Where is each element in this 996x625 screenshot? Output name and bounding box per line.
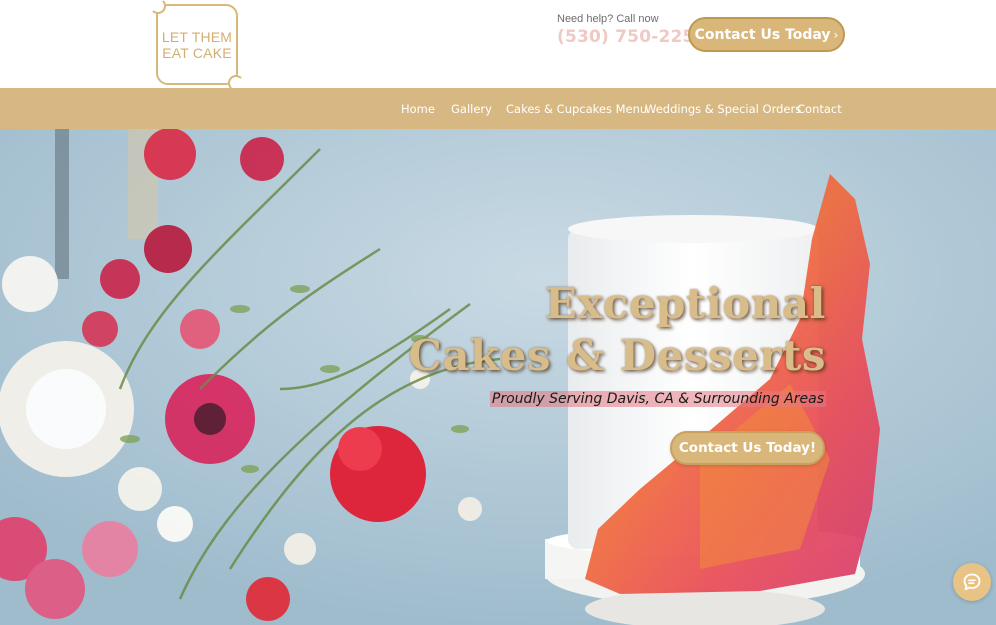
logo-line-1: LET THEM <box>161 28 233 45</box>
nav-item-weddings-special-orders[interactable]: Weddings & Special Orders <box>645 88 801 129</box>
hero-subheadline: Proudly Serving Davis, CA & Surrounding … <box>489 391 826 407</box>
chat-widget-button[interactable] <box>953 563 991 601</box>
contact-us-hero-label: Contact Us Today! <box>678 440 817 456</box>
contact-us-hero-button[interactable]: Contact Us Today! <box>670 431 825 465</box>
nav-item-gallery[interactable]: Gallery <box>451 88 492 129</box>
hero-headline-line-2: Cakes & Desserts <box>408 331 826 380</box>
site-logo[interactable]: LET THEM EAT CAKE <box>150 0 244 91</box>
logo-line-2: EAT CAKE <box>162 44 232 61</box>
chevron-right-icon: › <box>833 28 839 42</box>
help-label: Need help? Call now <box>557 13 659 25</box>
site-header: LET THEM EAT CAKE Need help? Call now (5… <box>0 0 996 91</box>
contact-us-header-button[interactable]: Contact Us Today › <box>688 17 845 52</box>
chat-bubble-icon <box>963 573 981 591</box>
contact-us-header-label: Contact Us Today <box>694 26 831 43</box>
nav-item-home[interactable]: Home <box>401 88 435 129</box>
main-nav: Home Gallery Cakes & Cupcakes Menu Weddi… <box>0 88 996 129</box>
nav-item-cakes-cupcakes-menu[interactable]: Cakes & Cupcakes Menu <box>506 88 647 129</box>
nav-item-contact[interactable]: Contact <box>797 88 842 129</box>
hero-section: Exceptional Cakes & Desserts Proudly Ser… <box>0 129 996 625</box>
hero-headline-line-1: Exceptional <box>544 279 826 328</box>
phone-number-link[interactable]: (530) 750-2253 <box>557 27 707 47</box>
